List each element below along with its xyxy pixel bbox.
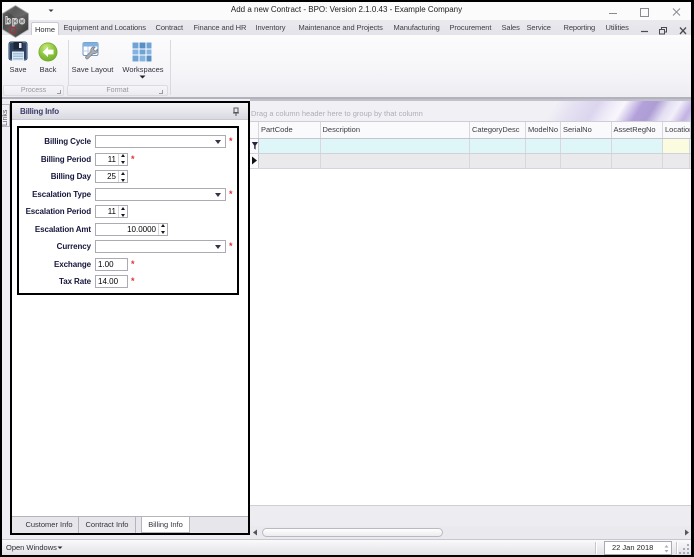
svg-text:bpo: bpo bbox=[5, 16, 26, 27]
